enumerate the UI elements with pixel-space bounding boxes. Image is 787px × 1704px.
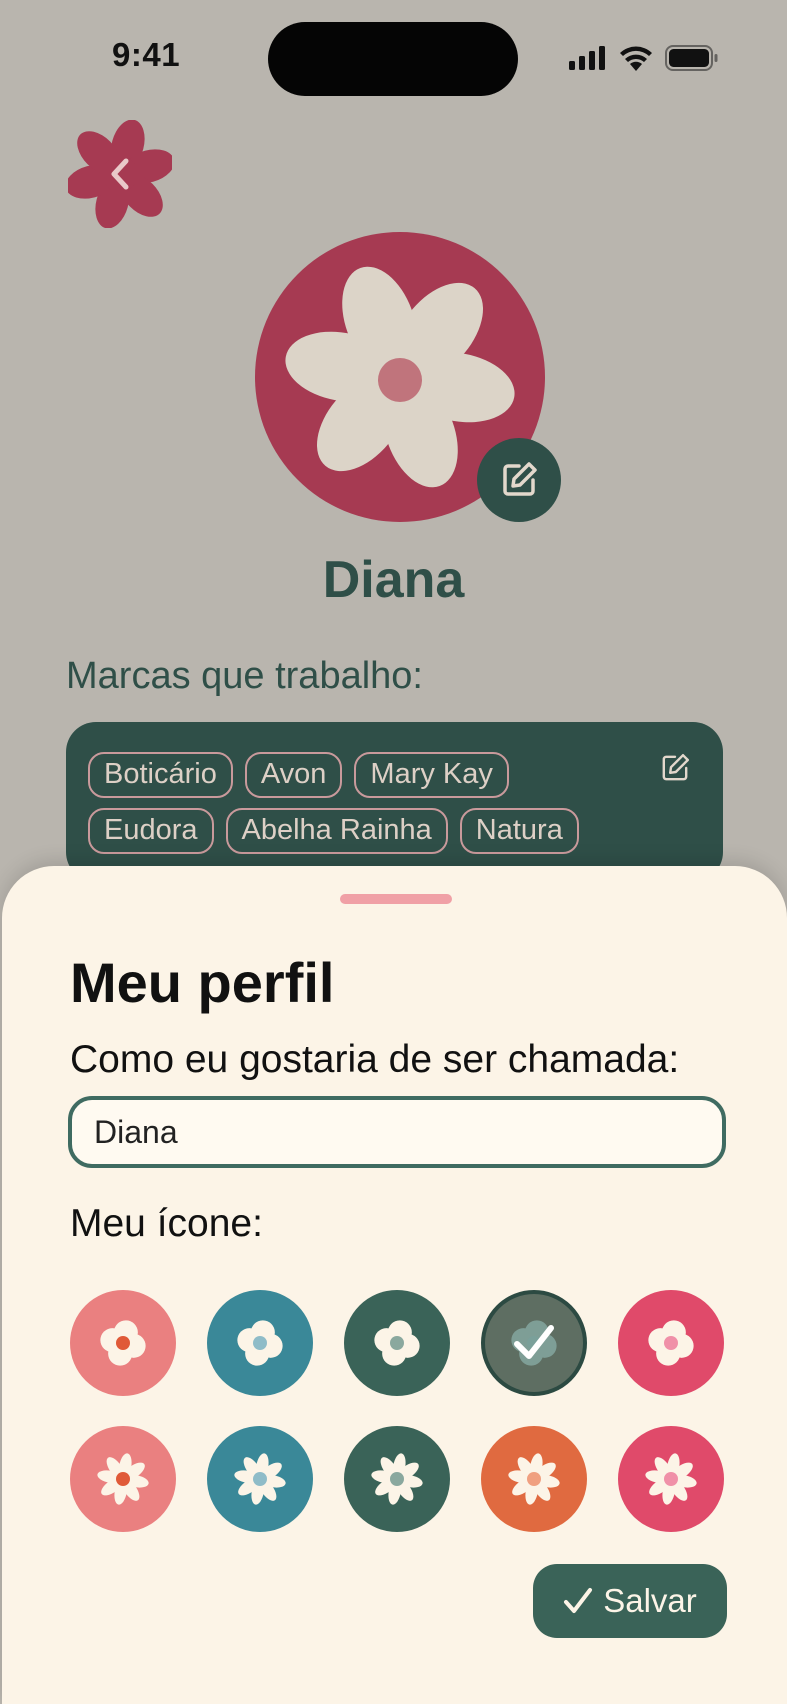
save-button[interactable]: Salvar: [533, 1564, 727, 1638]
profile-name: Diana: [322, 551, 465, 609]
checkmark-icon: [564, 1588, 593, 1613]
star-flower-icon: [97, 1453, 149, 1505]
profile-sheet: Meu perfil Como eu gostaria de ser chama…: [2, 866, 787, 1704]
selected-check-icon: [514, 1325, 554, 1359]
round-flower-icon: [648, 1320, 694, 1366]
icon-option[interactable]: [344, 1426, 450, 1532]
save-button-label: Salvar: [603, 1582, 697, 1619]
brand-chip: Natura: [459, 808, 579, 854]
icon-option[interactable]: [207, 1290, 313, 1396]
round-flower-icon: [237, 1320, 283, 1366]
star-flower-icon: [645, 1453, 697, 1505]
status-time: 9:41: [112, 36, 181, 73]
round-flower-icon: [374, 1320, 420, 1366]
name-field-label: Como eu gostaria de ser chamada:: [70, 1038, 680, 1081]
star-flower-icon: [371, 1453, 423, 1505]
icon-option-selected[interactable]: [481, 1290, 587, 1396]
brand-chip: Boticário: [88, 752, 233, 798]
star-flower-icon: [508, 1453, 560, 1505]
edit-icon: [503, 462, 537, 496]
icon-option[interactable]: [207, 1426, 313, 1532]
sheet-drag-handle[interactable]: [340, 894, 452, 904]
name-input[interactable]: [68, 1096, 726, 1168]
icon-option[interactable]: [70, 1290, 176, 1396]
brands-title: Marcas que trabalho:: [66, 655, 423, 697]
brand-chip: Mary Kay: [354, 752, 509, 798]
brands-card: Boticário Avon Mary Kay Eudora Abelha Ra…: [66, 722, 723, 882]
wifi-icon: [620, 46, 652, 71]
profile-screen: 9:41 Diana Marcas que trabalho: Boticári…: [0, 0, 787, 1704]
edit-brands-button[interactable]: [659, 752, 691, 784]
icon-option[interactable]: [344, 1290, 450, 1396]
edit-avatar-button[interactable]: [477, 438, 561, 522]
cellular-signal-icon: [569, 46, 605, 70]
star-flower-icon: [234, 1453, 286, 1505]
brand-chip: Abelha Rainha: [225, 808, 448, 854]
icon-option[interactable]: [618, 1290, 724, 1396]
brand-chips: Boticário Avon Mary Kay Eudora Abelha Ra…: [88, 752, 608, 854]
icon-picker: [70, 1290, 730, 1532]
battery-icon: [665, 45, 718, 71]
status-icons: [569, 44, 719, 72]
icon-option[interactable]: [618, 1426, 724, 1532]
sheet-title: Meu perfil: [70, 951, 335, 1014]
dynamic-island: [268, 22, 518, 96]
round-flower-icon: [100, 1320, 146, 1366]
brand-chip: Eudora: [88, 808, 214, 854]
back-button[interactable]: [65, 119, 175, 229]
icon-option[interactable]: [70, 1426, 176, 1532]
icon-option[interactable]: [481, 1426, 587, 1532]
icons-label: Meu ícone:: [70, 1202, 263, 1245]
flower-back-icon: [65, 119, 175, 229]
brand-chip: Avon: [244, 752, 343, 798]
edit-icon: [662, 754, 689, 781]
